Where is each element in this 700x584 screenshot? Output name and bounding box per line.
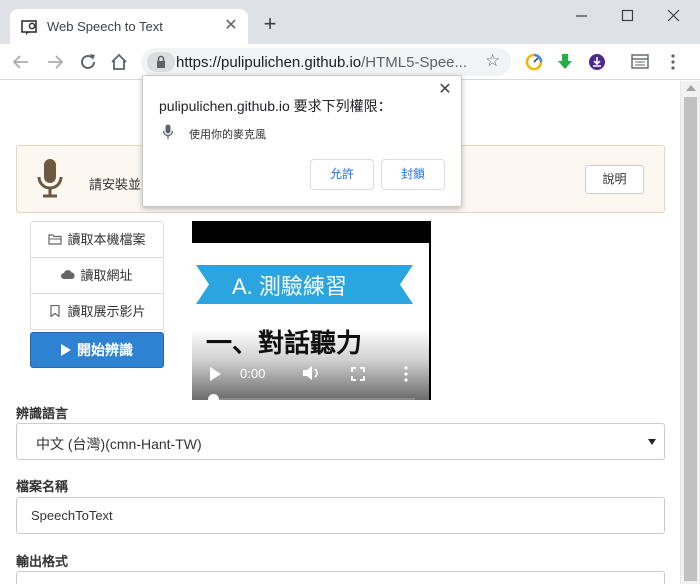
browser-menu-icon[interactable] [664,53,682,71]
video-play-icon[interactable] [210,367,221,381]
url-path: /HTML5-Spee... [361,54,468,71]
page-scrollbar[interactable] [680,81,700,584]
read-local-file-button[interactable]: 讀取本機檔案 [30,221,164,258]
microphone-icon [37,159,63,198]
window-close-icon[interactable] [664,6,684,26]
video-scrubber-knob[interactable] [208,394,219,400]
language-select-value: 中文 (台灣)(cmn-Hant-TW) [36,436,202,452]
lock-icon [157,55,165,68]
start-recognition-label: 開始辨識 [77,342,133,358]
video-subtitle: 一、對話聽力 [206,328,363,358]
address-bar[interactable]: https://pulipulichen.github.io/HTML5-Spe… [141,48,511,76]
output-format-select[interactable] [16,571,665,584]
speed-extension-icon[interactable] [525,53,543,71]
filename-input[interactable] [16,497,665,534]
speech-favicon-icon [21,20,37,35]
read-url-label: 讀取網址 [80,268,133,283]
tab-close-icon[interactable]: ✕ [222,17,240,35]
start-recognition-button[interactable]: 開始辨識 [30,332,164,368]
maximize-icon[interactable] [618,6,638,26]
scroll-thumb[interactable] [684,97,697,581]
allow-button[interactable]: 允許 [310,159,374,190]
read-url-button[interactable]: 讀取網址 [30,257,164,294]
minimize-icon[interactable] [572,6,592,26]
read-demo-video-button[interactable]: 讀取展示影片 [30,293,164,330]
back-arrow-icon[interactable] [10,51,32,73]
permission-dialog: ✕ pulipulichen.github.io 要求下列權限： 使用你的麥克風… [142,75,462,207]
banner-text: A. 測驗練習 [232,274,347,299]
forward-arrow-icon[interactable] [44,51,66,73]
video-frame: A. 測驗練習 一、對話聽力 0:00 [192,243,429,400]
volume-icon[interactable] [302,365,320,381]
microphone-icon [162,124,174,139]
read-demo-video-label: 讀取展示影片 [67,304,146,319]
permission-title: pulipulichen.github.io 要求下列權限： [159,98,392,114]
screen-capture-icon[interactable] [631,53,649,71]
site-info-chip[interactable] [147,52,175,72]
video-banner: A. 測驗練習 [196,265,413,304]
download-extension-icon[interactable] [556,53,574,71]
fullscreen-icon[interactable] [351,367,365,381]
home-icon[interactable] [108,51,130,73]
source-button-group: 讀取本機檔案 讀取網址 讀取展示影片 [30,221,164,330]
scroll-up-arrow-icon[interactable] [686,85,696,91]
download-manager-icon[interactable] [588,53,606,71]
notice-text: 請安裝並 [89,177,142,192]
language-label: 辨識語言 [16,406,69,421]
tab-strip: Web Speech to Text ✕ + [0,0,700,44]
read-local-file-label: 讀取本機檔案 [67,232,146,247]
filename-label: 檔案名稱 [16,479,69,494]
permission-item: 使用你的麥克風 [189,129,266,141]
reload-icon[interactable] [77,51,99,73]
play-icon [61,344,71,356]
url-text[interactable]: https://pulipulichen.github.io/HTML5-Spe… [176,54,476,71]
video-player[interactable]: A. 測驗練習 一、對話聽力 0:00 [192,221,431,400]
url-host: https://pulipulichen.github.io [176,54,362,71]
folder-icon [48,234,63,245]
tab-title: Web Speech to Text [47,19,163,34]
dropdown-caret-icon [648,439,656,445]
video-more-icon[interactable] [403,366,409,382]
language-select[interactable]: 中文 (台灣)(cmn-Hant-TW) [16,423,665,460]
new-tab-button[interactable]: + [259,13,281,35]
help-button[interactable]: 說明 [585,165,644,194]
output-format-label: 輸出格式 [16,554,69,569]
video-time: 0:00 [240,366,266,381]
video-progress-track[interactable] [214,398,415,400]
dialog-close-icon[interactable]: ✕ [438,82,452,98]
block-button[interactable]: 封鎖 [381,159,445,190]
bookmark-star-icon[interactable]: ☆ [485,52,503,70]
browser-tab[interactable]: Web Speech to Text ✕ [10,9,248,44]
bookmark-icon [50,305,61,317]
cloud-icon [61,270,76,279]
